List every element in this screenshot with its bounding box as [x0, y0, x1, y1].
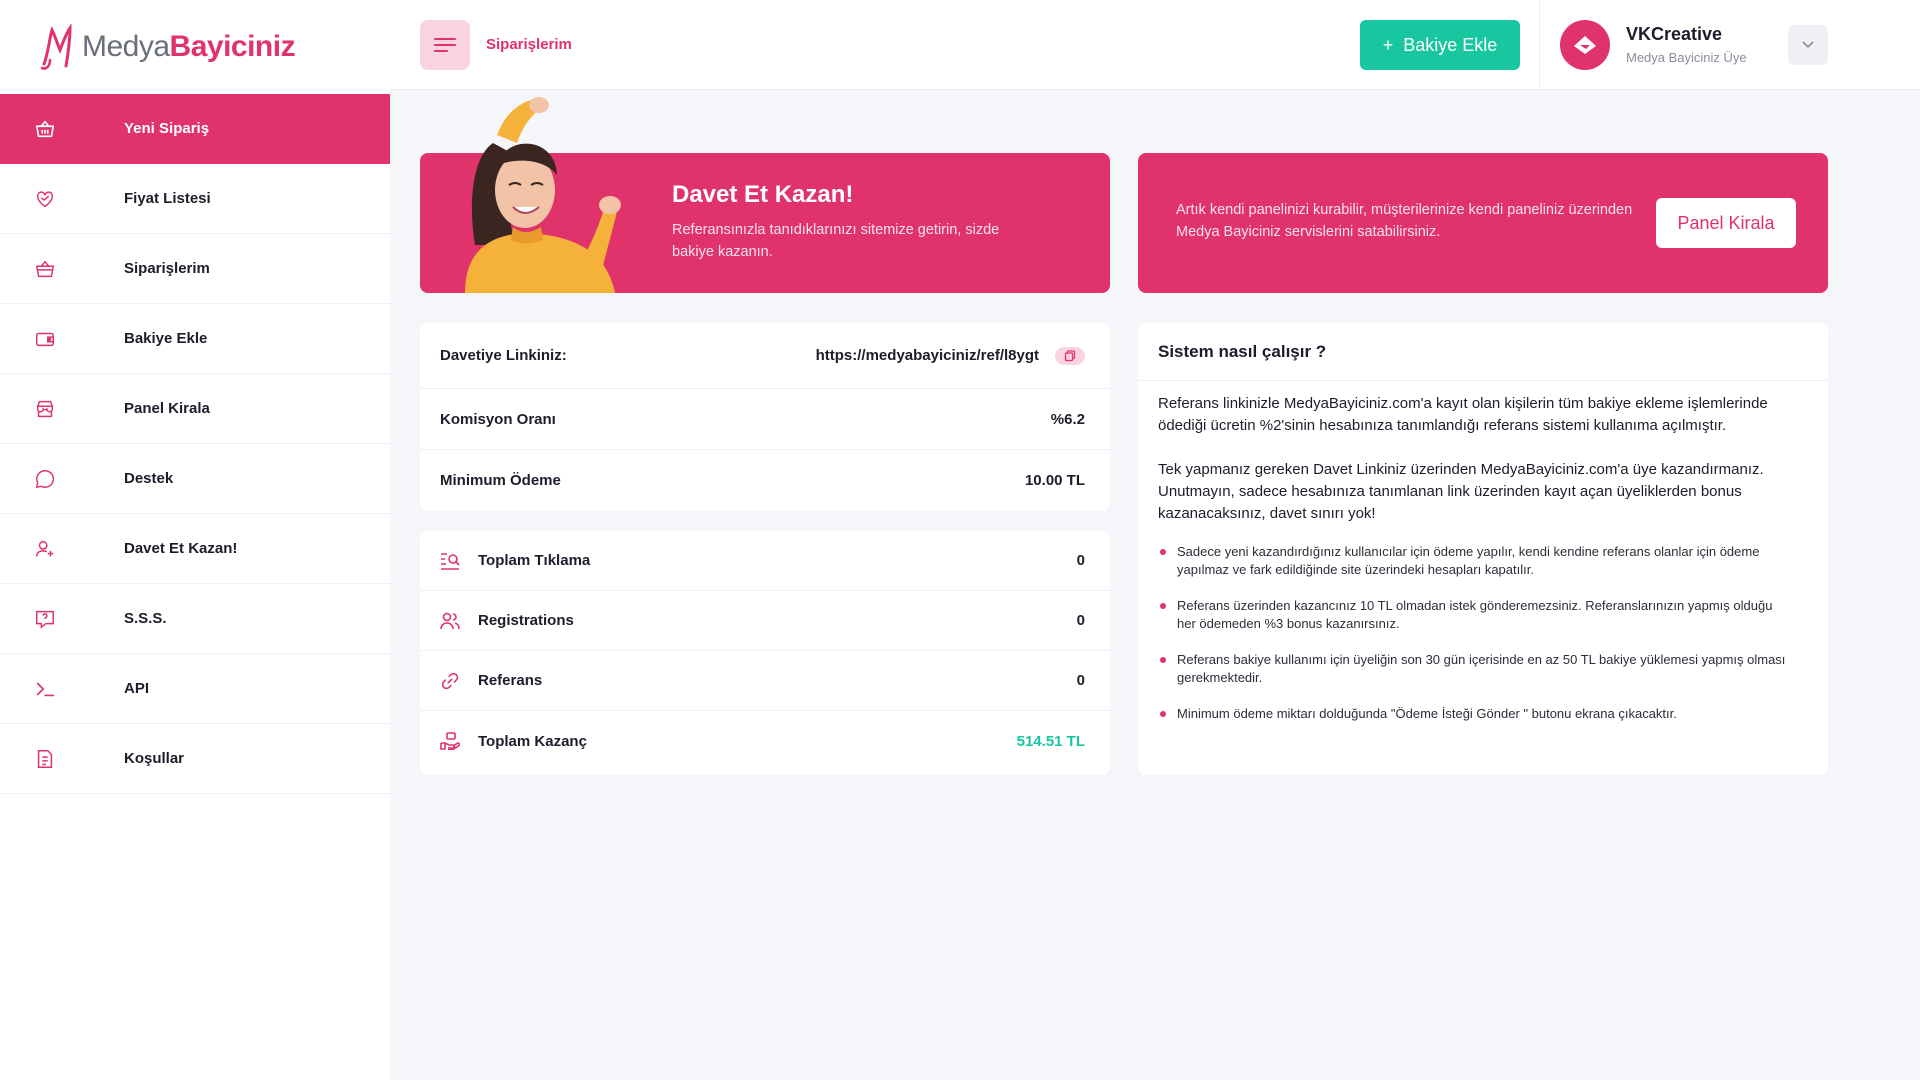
stat-value: 514.51 TL	[1016, 732, 1085, 750]
celebrating-woman-illustration	[465, 97, 621, 293]
chevron-down-icon	[1802, 41, 1814, 49]
sidebar: MedyaBayiciniz Yeni Sipariş Fiyat Listes…	[0, 0, 390, 1080]
sidebar-item-yeni-siparis[interactable]: Yeni Sipariş	[0, 94, 390, 164]
stat-value: 0	[1076, 552, 1085, 569]
sidebar-item-panel-kirala[interactable]: Panel Kirala	[0, 374, 390, 444]
rule-item: Referans bakiye kullanımı için üyeliğin …	[1158, 651, 1790, 687]
user-menu-dropdown[interactable]	[1788, 25, 1828, 65]
sidebar-item-kosullar[interactable]: Koşullar	[0, 724, 390, 794]
sidebar-item-bakiye-ekle[interactable]: Bakiye Ekle	[0, 304, 390, 374]
sidebar-item-label: Bakiye Ekle	[124, 330, 208, 347]
hand-money-icon	[440, 731, 460, 751]
chat-icon	[33, 467, 57, 491]
sidebar-item-label: Yeni Sipariş	[124, 120, 210, 137]
stat-label: Referans	[478, 672, 543, 689]
min-payment-row: Minimum Ödeme 10.00 TL	[420, 450, 1110, 511]
logo-mark-icon	[40, 24, 72, 70]
copy-icon	[1064, 349, 1076, 361]
invite-link-row: Davetiye Linkiniz: https://medyabayicini…	[420, 323, 1110, 389]
sidebar-item-destek[interactable]: Destek	[0, 444, 390, 514]
invite-banner-text: Referansınızla tanıdıklarınızı sitemize …	[672, 222, 1000, 260]
page-title[interactable]: Siparişlerim	[486, 36, 572, 53]
referral-stats-card: Toplam Tıklama 0 Registrations 0 Referan…	[420, 531, 1110, 775]
document-icon	[33, 747, 57, 771]
stat-value: 0	[1076, 612, 1085, 629]
how-it-works-rules: Sadece yeni kazandırdığınız kullanıcılar…	[1158, 543, 1790, 723]
sidebar-item-label: Koşullar	[124, 750, 185, 767]
wallet-icon	[33, 327, 57, 351]
rule-item: Referans üzerinden kazancınız 10 TL olma…	[1158, 597, 1790, 633]
sidebar-item-label: S.S.S.	[124, 610, 167, 627]
sidebar-item-sss[interactable]: S.S.S.	[0, 584, 390, 654]
stat-label: Registrations	[478, 612, 574, 629]
commission-row: Komisyon Oranı %6.2	[420, 389, 1110, 450]
how-it-works-body: Referans linkinizle MedyaBayiciniz.com'a…	[1138, 381, 1828, 723]
user-role: Medya Bayiciniz Üye	[1626, 50, 1747, 65]
plus-icon: +	[1382, 34, 1394, 55]
sidebar-item-fiyat-listesi[interactable]: Fiyat Listesi	[0, 164, 390, 234]
question-icon	[33, 607, 57, 631]
avatar-logo-icon	[1574, 36, 1596, 54]
invite-banner-title: Davet Et Kazan!	[672, 181, 854, 208]
rule-item: Sadece yeni kazandırdığınız kullanıcılar…	[1158, 543, 1790, 579]
menu-toggle-button[interactable]	[420, 20, 470, 70]
copy-link-button[interactable]	[1055, 346, 1085, 365]
stat-label: Toplam Kazanç	[478, 732, 587, 750]
brand-name-part1: Medya	[82, 30, 170, 63]
stat-row-registrations: Registrations 0	[420, 591, 1110, 651]
stat-value: 0	[1076, 672, 1085, 689]
sidebar-item-label: Siparişlerim	[124, 260, 210, 277]
stat-row-total-earnings: Toplam Kazanç 514.51 TL	[420, 711, 1110, 771]
sidebar-item-label: API	[124, 680, 150, 697]
terminal-icon	[33, 677, 57, 701]
sidebar-item-api[interactable]: API	[0, 654, 390, 724]
rule-item: Minimum ödeme miktarı dolduğunda "Ödeme …	[1158, 705, 1790, 723]
heart-tag-icon	[33, 187, 57, 211]
hamburger-icon	[434, 38, 456, 52]
invite-link-label: Davetiye Linkiniz:	[440, 347, 567, 364]
user-name: VKCreative	[1626, 24, 1723, 44]
commission-label: Komisyon Oranı	[440, 410, 556, 428]
panel-rent-banner: Artık kendi panelinizi kurabilir, müşter…	[1138, 153, 1828, 293]
sidebar-item-label: Davet Et Kazan!	[124, 540, 238, 557]
basket-icon	[33, 257, 57, 281]
sidebar-item-label: Fiyat Listesi	[124, 190, 211, 207]
panel-rent-button[interactable]: Panel Kirala	[1656, 198, 1796, 248]
users-icon	[440, 611, 460, 631]
stat-label: Toplam Tıklama	[478, 552, 591, 569]
invite-info-card: Davetiye Linkiniz: https://medyabayicini…	[420, 323, 1110, 511]
invite-link-value[interactable]: https://medyabayiciniz/ref/l8ygt	[816, 347, 1039, 364]
commission-value: %6.2	[1050, 410, 1085, 428]
brand-name-part2: Bayiciniz	[169, 30, 296, 63]
top-header: Siparişlerim + Bakiye Ekle VKCreative Me…	[390, 0, 1920, 90]
stat-row-total-clicks: Toplam Tıklama 0	[420, 531, 1110, 591]
sidebar-item-label: Panel Kirala	[124, 400, 210, 417]
how-it-works-paragraph: Tek yapmanız gereken Davet Linkiniz üzer…	[1158, 461, 1764, 522]
sidebar-item-siparislerim[interactable]: Siparişlerim	[0, 234, 390, 304]
sidebar-nav: Yeni Sipariş Fiyat Listesi Siparişlerim …	[0, 94, 390, 794]
avatar[interactable]	[1560, 20, 1610, 70]
stat-row-referral: Referans 0	[420, 651, 1110, 711]
user-add-icon	[33, 537, 57, 561]
min-payment-label: Minimum Ödeme	[440, 472, 561, 489]
link-icon	[440, 671, 460, 691]
min-payment-value: 10.00 TL	[1024, 472, 1085, 489]
sidebar-item-davet-et-kazan[interactable]: Davet Et Kazan!	[0, 514, 390, 584]
search-list-icon	[440, 551, 460, 571]
how-it-works-paragraph: Referans linkinizle MedyaBayiciniz.com'a…	[1158, 395, 1768, 434]
add-balance-button[interactable]: + Bakiye Ekle	[1360, 20, 1520, 70]
how-it-works-card: Sistem nasıl çalışır ? Referans linkiniz…	[1138, 323, 1828, 775]
add-balance-label: Bakiye Ekle	[1403, 34, 1498, 55]
panel-rent-text: Artık kendi panelinizi kurabilir, müşter…	[1176, 202, 1633, 240]
sidebar-item-label: Destek	[124, 470, 174, 487]
brand-logo[interactable]: MedyaBayiciniz	[0, 0, 390, 94]
store-icon	[33, 397, 57, 421]
how-it-works-title: Sistem nasıl çalışır ?	[1138, 323, 1828, 381]
basket-icon	[33, 117, 57, 141]
header-divider	[1539, 0, 1540, 90]
